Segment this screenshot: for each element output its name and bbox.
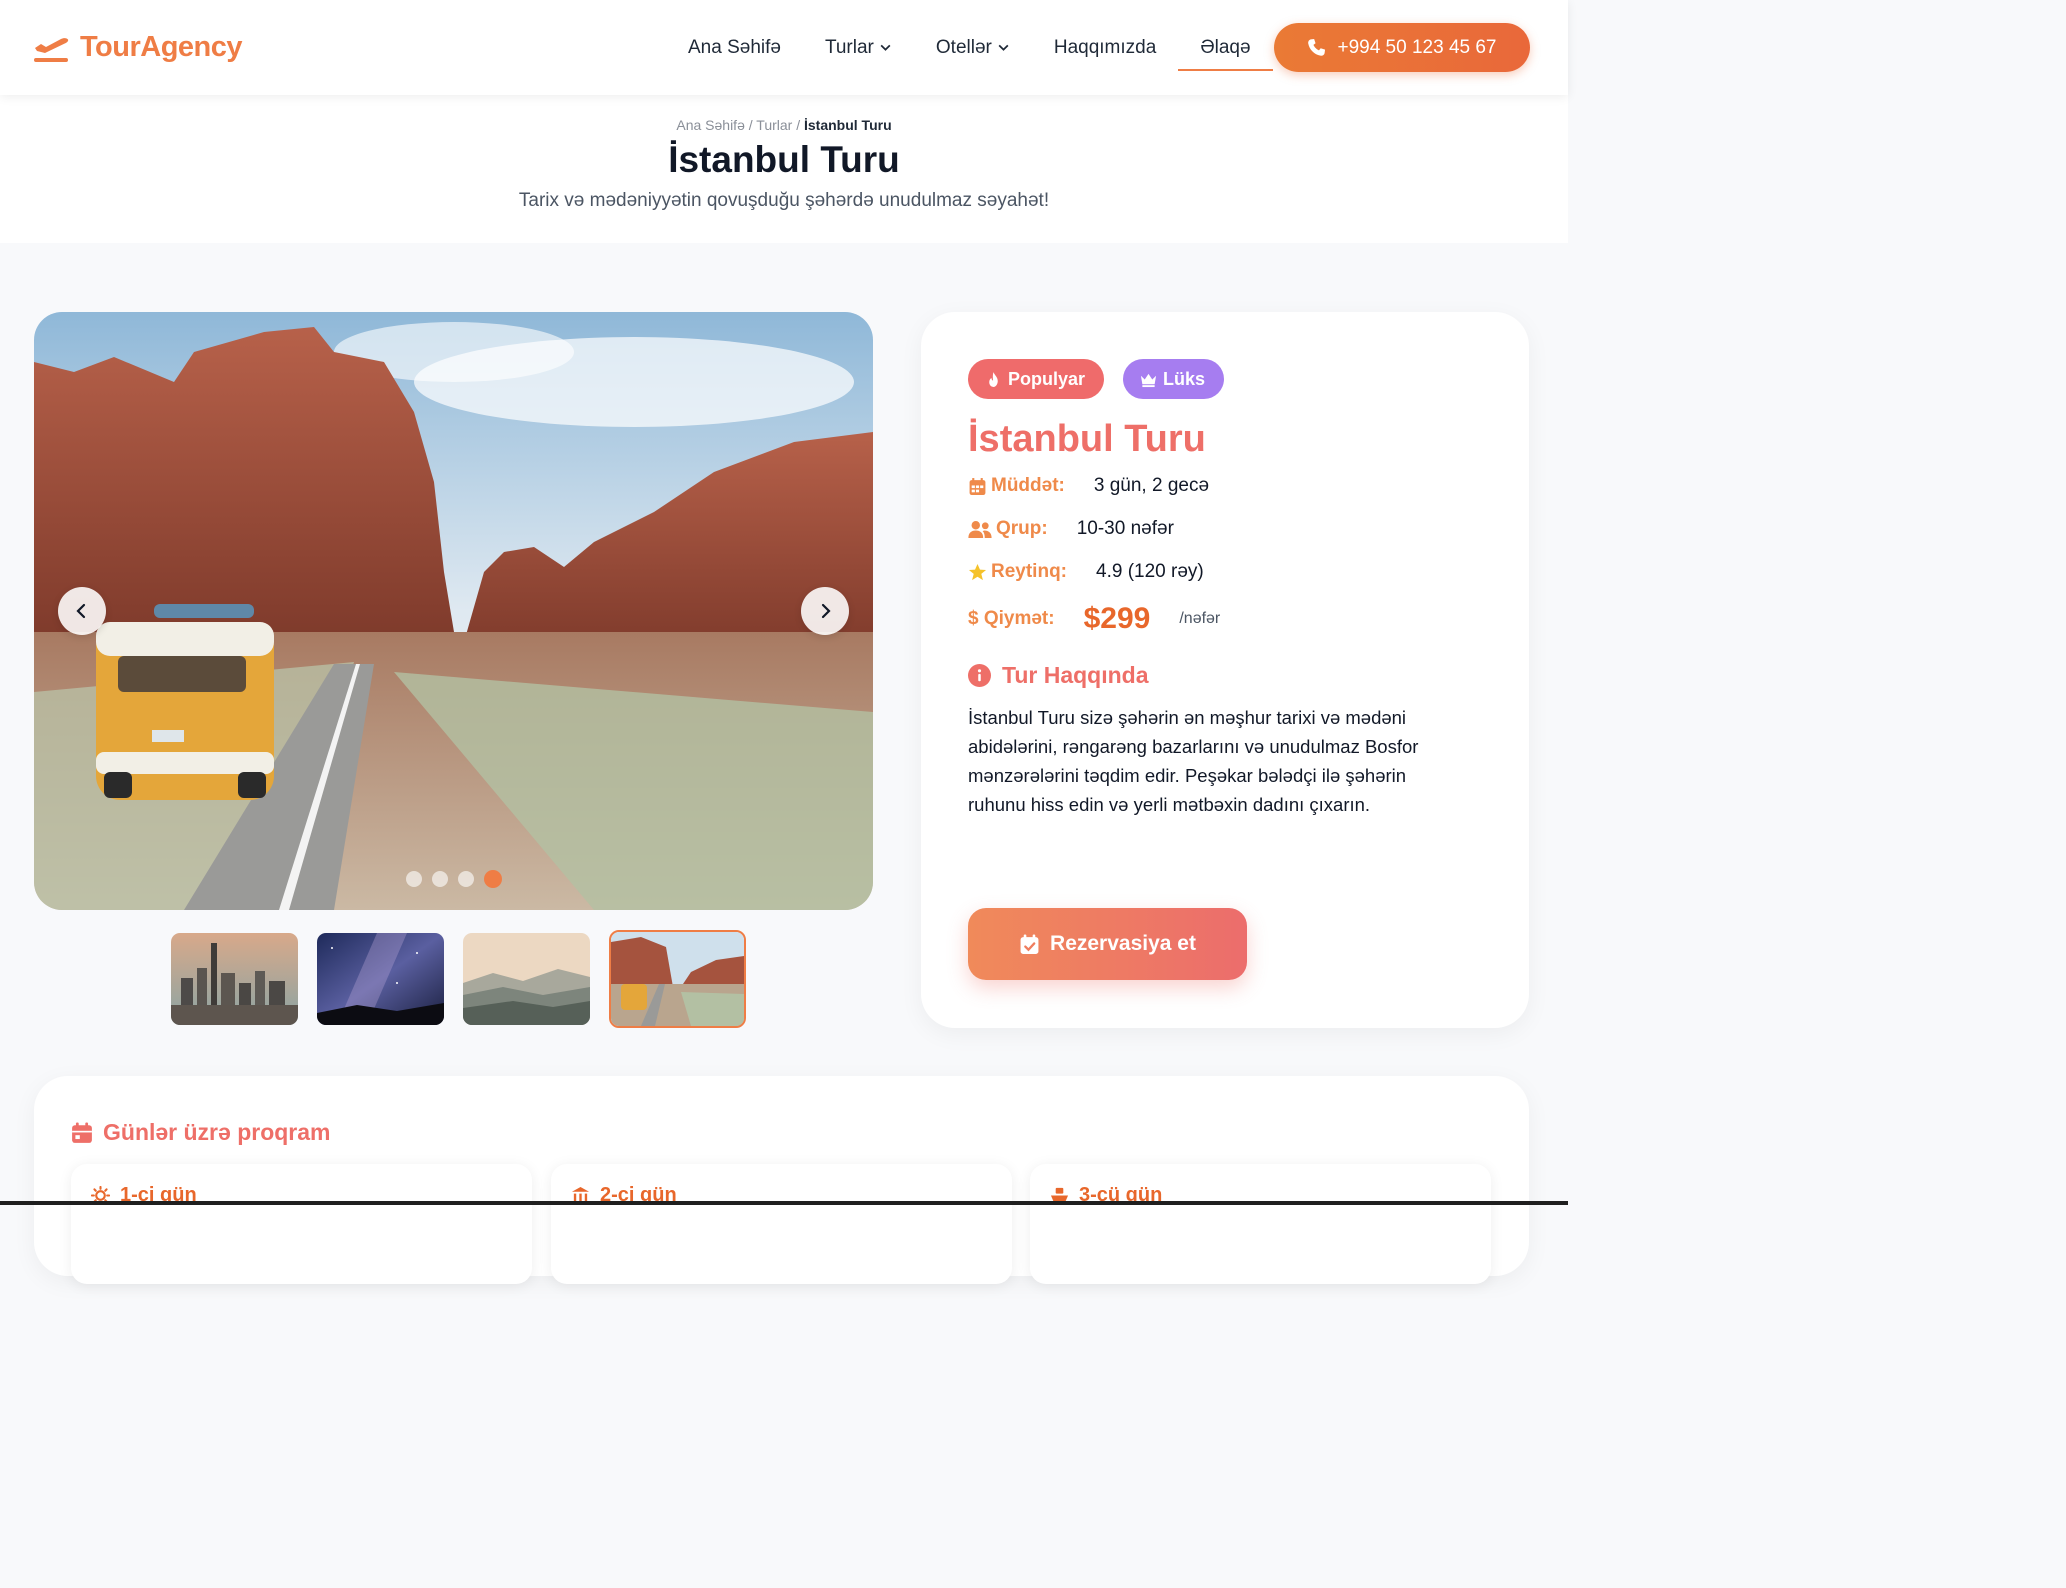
calendar-icon	[969, 477, 986, 495]
badge-label: Lüks	[1163, 368, 1206, 389]
thumbnail-strip	[171, 930, 746, 1028]
nav-item-label: Əlaqə	[1200, 36, 1251, 58]
page-title: İstanbul Turu	[668, 139, 900, 180]
crown-icon	[1140, 373, 1157, 387]
nav-item-contact[interactable]: Əlaqə	[1178, 0, 1273, 95]
chevron-down-icon	[998, 44, 1009, 51]
chevron-left-icon	[76, 603, 86, 619]
breadcrumb-current: İstanbul Turu	[804, 117, 892, 133]
nav-item-label: Otellər	[935, 36, 992, 58]
breadcrumb-tours[interactable]: Turlar	[756, 117, 792, 133]
group-value: 10-30 nəfər	[1076, 518, 1174, 539]
day-card-1[interactable]: 1-ci gün	[71, 1164, 532, 1284]
duration-value: 3 gün, 2 gecə	[1093, 475, 1210, 496]
tour-info-card: Populyar Lüks İstanbul Turu Müddət: 3 gü…	[921, 312, 1529, 1028]
nav-item-label: Turlar	[824, 36, 874, 58]
about-text: İstanbul Turu sizə şəhərin ən məşhur tar…	[968, 707, 1419, 815]
rating-label: Reytinq:	[991, 561, 1067, 582]
thumbnail-misty-mountains[interactable]	[463, 933, 590, 1025]
price-value: $299	[1083, 602, 1151, 635]
program-title: Günlər üzrə proqram	[103, 1119, 331, 1145]
nav-item-label: Ana Səhifə	[688, 36, 781, 58]
brand-logo[interactable]: TourAgency	[33, 30, 243, 64]
page-subtitle: Tarix və mədəniyyətin qovuşduğu şəhərdə …	[518, 190, 1050, 211]
canyon-road-van-image	[611, 932, 744, 1026]
phone-number: +994 50 123 45 67	[1337, 36, 1497, 58]
main-tour-image	[34, 312, 873, 910]
breadcrumb-separator: /	[748, 117, 753, 133]
program-heading: Günlər üzrə proqram	[71, 1119, 330, 1146]
about-title: Tur Haqqında	[1002, 662, 1149, 688]
carousel-indicators	[406, 870, 502, 888]
breadcrumb: Ana Səhifə / Turlar / İstanbul Turu	[0, 117, 1568, 133]
carousel-dot-active[interactable]	[484, 870, 502, 888]
starry-night-image	[317, 933, 444, 1025]
image-carousel[interactable]	[34, 312, 873, 910]
breadcrumb-home[interactable]: Ana Səhifə	[676, 117, 745, 133]
day-card-3[interactable]: 3-cü gün	[1030, 1164, 1491, 1284]
group-label: Qrup:	[996, 518, 1048, 539]
calendar-icon	[72, 1122, 92, 1143]
site-header: TourAgency Ana Səhifə Turlar Otellər Haq…	[0, 0, 1568, 95]
carousel-prev-button[interactable]	[58, 587, 106, 635]
misty-mountains-image	[463, 933, 590, 1025]
carousel-dot[interactable]	[432, 871, 448, 887]
chevron-down-icon	[880, 44, 891, 51]
page-hero: Ana Səhifə / Turlar / İstanbul Turu İsta…	[0, 95, 1568, 243]
tour-badges: Populyar Lüks	[968, 359, 1225, 399]
nav-item-tours[interactable]: Turlar	[803, 0, 914, 95]
tour-title: İstanbul Turu	[968, 418, 1206, 460]
popular-badge: Populyar	[968, 359, 1105, 399]
breadcrumb-separator: /	[796, 117, 801, 133]
book-button-label: Rezervasiya et	[1050, 932, 1196, 955]
day-card-2[interactable]: 2-ci gün	[551, 1164, 1012, 1284]
phone-icon	[1308, 38, 1326, 56]
nav-item-home[interactable]: Ana Səhifə	[666, 0, 803, 95]
rating-value: 4.9 (120 rəy)	[1096, 561, 1204, 582]
day-program-section: Günlər üzrə proqram 1-ci gün 2-ci gün 3-…	[34, 1076, 1529, 1284]
phone-button[interactable]: +994 50 123 45 67	[1274, 23, 1530, 72]
book-button[interactable]: Rezervasiya et	[968, 908, 1247, 980]
badge-label: Populyar	[1008, 368, 1086, 389]
nav-item-label: Haqqımızda	[1053, 36, 1157, 58]
carousel-dot[interactable]	[406, 871, 422, 887]
about-heading: Tur Haqqında	[968, 662, 1149, 689]
users-icon	[968, 520, 992, 538]
group-row: Qrup: 10-30 nəfər	[968, 518, 1174, 540]
thumbnail-city-skyline[interactable]	[171, 933, 298, 1025]
calendar-check-icon	[1020, 934, 1039, 954]
window-bottom-edge	[0, 1201, 1568, 1205]
duration-row: Müddət: 3 gün, 2 gecə	[968, 475, 1209, 497]
price-row: $ Qiymət: $299 /nəfər	[968, 602, 1220, 636]
brand-name: TourAgency	[80, 30, 243, 63]
price-label: $ Qiymət:	[968, 608, 1055, 629]
plane-departure-icon	[34, 38, 69, 62]
duration-label: Müddət:	[991, 475, 1065, 496]
thumbnail-starry-night[interactable]	[317, 933, 444, 1025]
rating-row: Reytinq: 4.9 (120 rəy)	[968, 561, 1204, 583]
carousel-dot[interactable]	[458, 871, 474, 887]
price-unit: /nəfər	[1179, 610, 1221, 627]
fire-icon	[989, 371, 998, 387]
main-nav: Ana Səhifə Turlar Otellər Haqqımızda Əla…	[666, 0, 1273, 95]
luxury-badge: Lüks	[1123, 359, 1225, 399]
city-skyline-image	[171, 933, 298, 1025]
star-icon	[968, 563, 987, 580]
nav-item-hotels[interactable]: Otellər	[914, 0, 1032, 95]
nav-item-about[interactable]: Haqqımızda	[1032, 0, 1178, 95]
thumbnail-canyon-road-van[interactable]	[609, 930, 746, 1028]
info-icon	[968, 664, 991, 687]
chevron-right-icon	[821, 603, 831, 619]
carousel-next-button[interactable]	[801, 587, 849, 635]
